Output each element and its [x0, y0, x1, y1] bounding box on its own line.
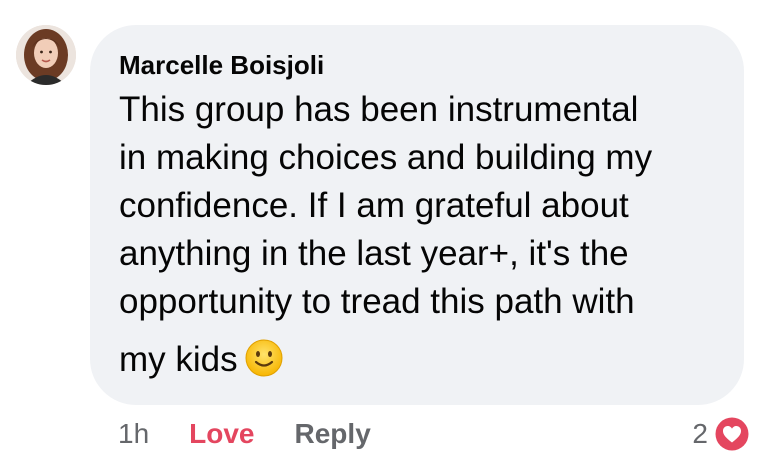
comment-bubble: Marcelle Boisjoli This group has been in…: [90, 25, 744, 405]
reaction-summary[interactable]: 2: [692, 410, 752, 458]
smiling-face-icon: [245, 339, 283, 377]
comment-text-line: in making choices and building my: [119, 138, 653, 177]
love-reaction-button[interactable]: Love: [189, 414, 254, 454]
comment-text-line: anything in the last year+, it's the: [119, 234, 629, 273]
comment-timestamp[interactable]: 1h: [118, 414, 149, 454]
comment-text-line: confidence. If I am grateful about: [119, 186, 629, 225]
reply-button[interactable]: Reply: [295, 414, 371, 454]
reaction-count: 2: [692, 418, 708, 449]
comment-text-line: opportunity to tread this path with: [119, 282, 635, 321]
comment-text-line: This group has been instrumental: [119, 90, 639, 129]
profile-photo-icon: [16, 25, 76, 85]
comment-text: This group has been instrumental in maki…: [119, 86, 720, 384]
love-heart-icon: [713, 415, 751, 453]
comment-author[interactable]: Marcelle Boisjoli: [119, 48, 720, 82]
comment-actions: 1h Love Reply: [118, 414, 371, 454]
comment-text-last-line: my kids: [119, 336, 720, 384]
avatar[interactable]: [16, 25, 76, 85]
comment-text-line: my kids: [119, 340, 238, 379]
